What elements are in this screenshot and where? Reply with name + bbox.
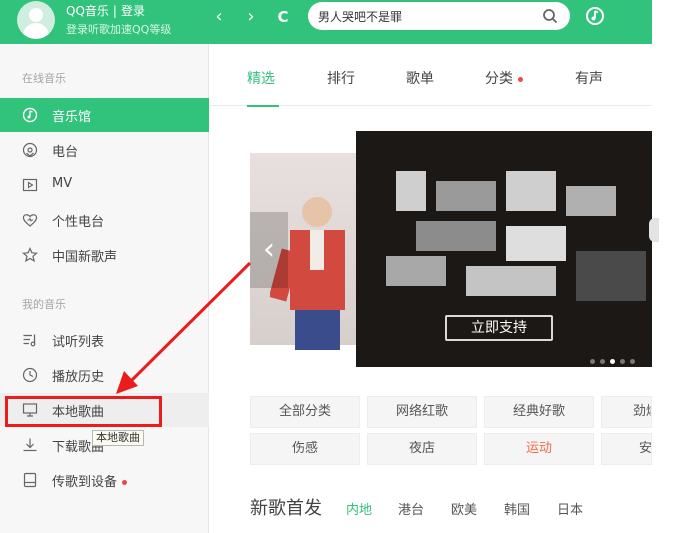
category-partial[interactable]: 安 bbox=[601, 433, 652, 465]
pixelated-text-block bbox=[566, 186, 616, 216]
new-badge-dot bbox=[122, 480, 128, 485]
sidebar-item-personal-radio[interactable]: 个性电台 bbox=[0, 203, 209, 237]
mv-icon bbox=[22, 178, 38, 192]
sidebar-item-label: 试听列表 bbox=[52, 335, 105, 350]
carousel-next-handle[interactable] bbox=[649, 218, 659, 242]
category-sad[interactable]: 伤感 bbox=[250, 433, 360, 465]
tab-ranking[interactable]: 排行 bbox=[327, 68, 355, 88]
login-link[interactable]: 登录 bbox=[121, 4, 145, 18]
refresh-button[interactable]: C bbox=[272, 6, 294, 28]
avatar-body-shape bbox=[23, 23, 49, 39]
app-name: QQ音乐 bbox=[66, 4, 109, 18]
carousel-dot[interactable] bbox=[610, 359, 615, 364]
active-tab-underline bbox=[247, 105, 279, 107]
region-korea[interactable]: 韩国 bbox=[504, 499, 530, 518]
search-input[interactable] bbox=[318, 6, 538, 26]
download-icon bbox=[23, 438, 37, 452]
radio-icon bbox=[22, 142, 38, 158]
search-icon[interactable] bbox=[542, 8, 558, 24]
forward-button[interactable]: › bbox=[240, 6, 262, 28]
sidebar-item-play-history[interactable]: 播放历史 bbox=[0, 358, 209, 392]
category-energetic[interactable]: 劲爆 bbox=[601, 396, 652, 428]
heart-icon bbox=[22, 214, 38, 227]
carousel-dots bbox=[590, 349, 640, 368]
login-hint[interactable]: 登录听歌加速QQ等级 bbox=[66, 21, 171, 37]
playlist-icon bbox=[23, 334, 36, 347]
carousel-dot[interactable] bbox=[620, 359, 625, 364]
music-hall-top-icon[interactable] bbox=[585, 6, 605, 26]
sidebar-item-china-new-voice[interactable]: 中国新歌声 bbox=[0, 238, 209, 272]
highlight-box bbox=[5, 396, 162, 427]
category-classic-hits[interactable]: 经典好歌 bbox=[484, 396, 594, 428]
region-western[interactable]: 欧美 bbox=[451, 499, 477, 518]
pixelated-text-block bbox=[436, 181, 496, 211]
category-nightclub[interactable]: 夜店 bbox=[367, 433, 477, 465]
brand-line: QQ音乐 | 登录 bbox=[66, 2, 145, 19]
my-music-section-title: 我的音乐 bbox=[22, 298, 66, 311]
sidebar-item-label: MV bbox=[52, 176, 73, 191]
sidebar-item-label: 个性电台 bbox=[52, 215, 105, 230]
online-music-section-title: 在线音乐 bbox=[22, 72, 66, 85]
music-hall-icon bbox=[22, 107, 38, 123]
pixelated-text-block bbox=[396, 171, 426, 211]
pixelated-text-block bbox=[506, 171, 556, 211]
carousel-dot[interactable] bbox=[630, 359, 635, 364]
tab-categories[interactable]: 分类 bbox=[485, 68, 523, 88]
sidebar-item-label-text: 传歌到设备 bbox=[52, 475, 118, 490]
pixelated-text-block bbox=[576, 251, 646, 301]
region-japan[interactable]: 日本 bbox=[557, 499, 583, 518]
sidebar-item-radio[interactable]: 电台 bbox=[0, 133, 209, 167]
brand-separator: | bbox=[112, 4, 117, 18]
category-internet-hits[interactable]: 网络红歌 bbox=[367, 396, 477, 428]
sidebar-item-mv[interactable]: MV bbox=[0, 168, 209, 202]
sidebar-item-transfer-to-device[interactable]: 传歌到设备 bbox=[0, 463, 209, 497]
star-icon bbox=[22, 247, 38, 263]
avatar[interactable] bbox=[17, 1, 55, 39]
tab-featured[interactable]: 精选 bbox=[247, 68, 275, 88]
region-hk-tw[interactable]: 港台 bbox=[398, 499, 424, 518]
tooltip-local-songs: 本地歌曲 bbox=[92, 430, 144, 446]
category-sports[interactable]: 运动 bbox=[484, 433, 594, 465]
sidebar-item-label: 中国新歌声 bbox=[52, 250, 118, 265]
pixelated-text-block bbox=[466, 266, 556, 296]
back-button[interactable]: ‹ bbox=[208, 6, 230, 28]
pixelated-text-block bbox=[416, 221, 496, 251]
top-bar: QQ音乐 | 登录 登录听歌加速QQ等级 ‹ › C bbox=[0, 0, 652, 44]
tab-categories-label: 分类 bbox=[485, 71, 513, 87]
support-now-button[interactable]: 立即支持 bbox=[445, 315, 553, 341]
tab-audio[interactable]: 有声 bbox=[575, 68, 603, 88]
qq-music-window: QQ音乐| 登录 登录听歌加速QQ等级 ‹ › C 在线音乐 音乐馆 bbox=[0, 0, 673, 533]
sidebar-item-label: 传歌到设备 bbox=[52, 471, 128, 490]
pixelated-text-block bbox=[506, 226, 566, 261]
sidebar-item-label: 音乐馆 bbox=[52, 110, 92, 125]
pixelated-text-block bbox=[386, 256, 446, 286]
tab-playlists[interactable]: 歌单 bbox=[406, 68, 434, 88]
history-icon bbox=[22, 367, 38, 383]
carousel-prev-button[interactable]: ‹ bbox=[250, 212, 288, 288]
category-all[interactable]: 全部分类 bbox=[250, 396, 360, 428]
avatar-head-shape bbox=[29, 8, 43, 22]
sidebar-item-music-hall[interactable]: 音乐馆 bbox=[0, 98, 209, 132]
device-icon bbox=[23, 472, 37, 488]
sidebar-item-label: 播放历史 bbox=[52, 370, 105, 385]
new-songs-title: 新歌首发 bbox=[250, 498, 322, 519]
carousel-dot[interactable] bbox=[600, 359, 605, 364]
new-badge-dot bbox=[518, 76, 523, 82]
sidebar-item-label: 电台 bbox=[52, 145, 79, 160]
region-mainland[interactable]: 内地 bbox=[346, 499, 372, 518]
carousel-dot[interactable] bbox=[590, 359, 595, 364]
search-box bbox=[308, 2, 570, 30]
sidebar-item-trial-list[interactable]: 试听列表 bbox=[0, 323, 209, 357]
